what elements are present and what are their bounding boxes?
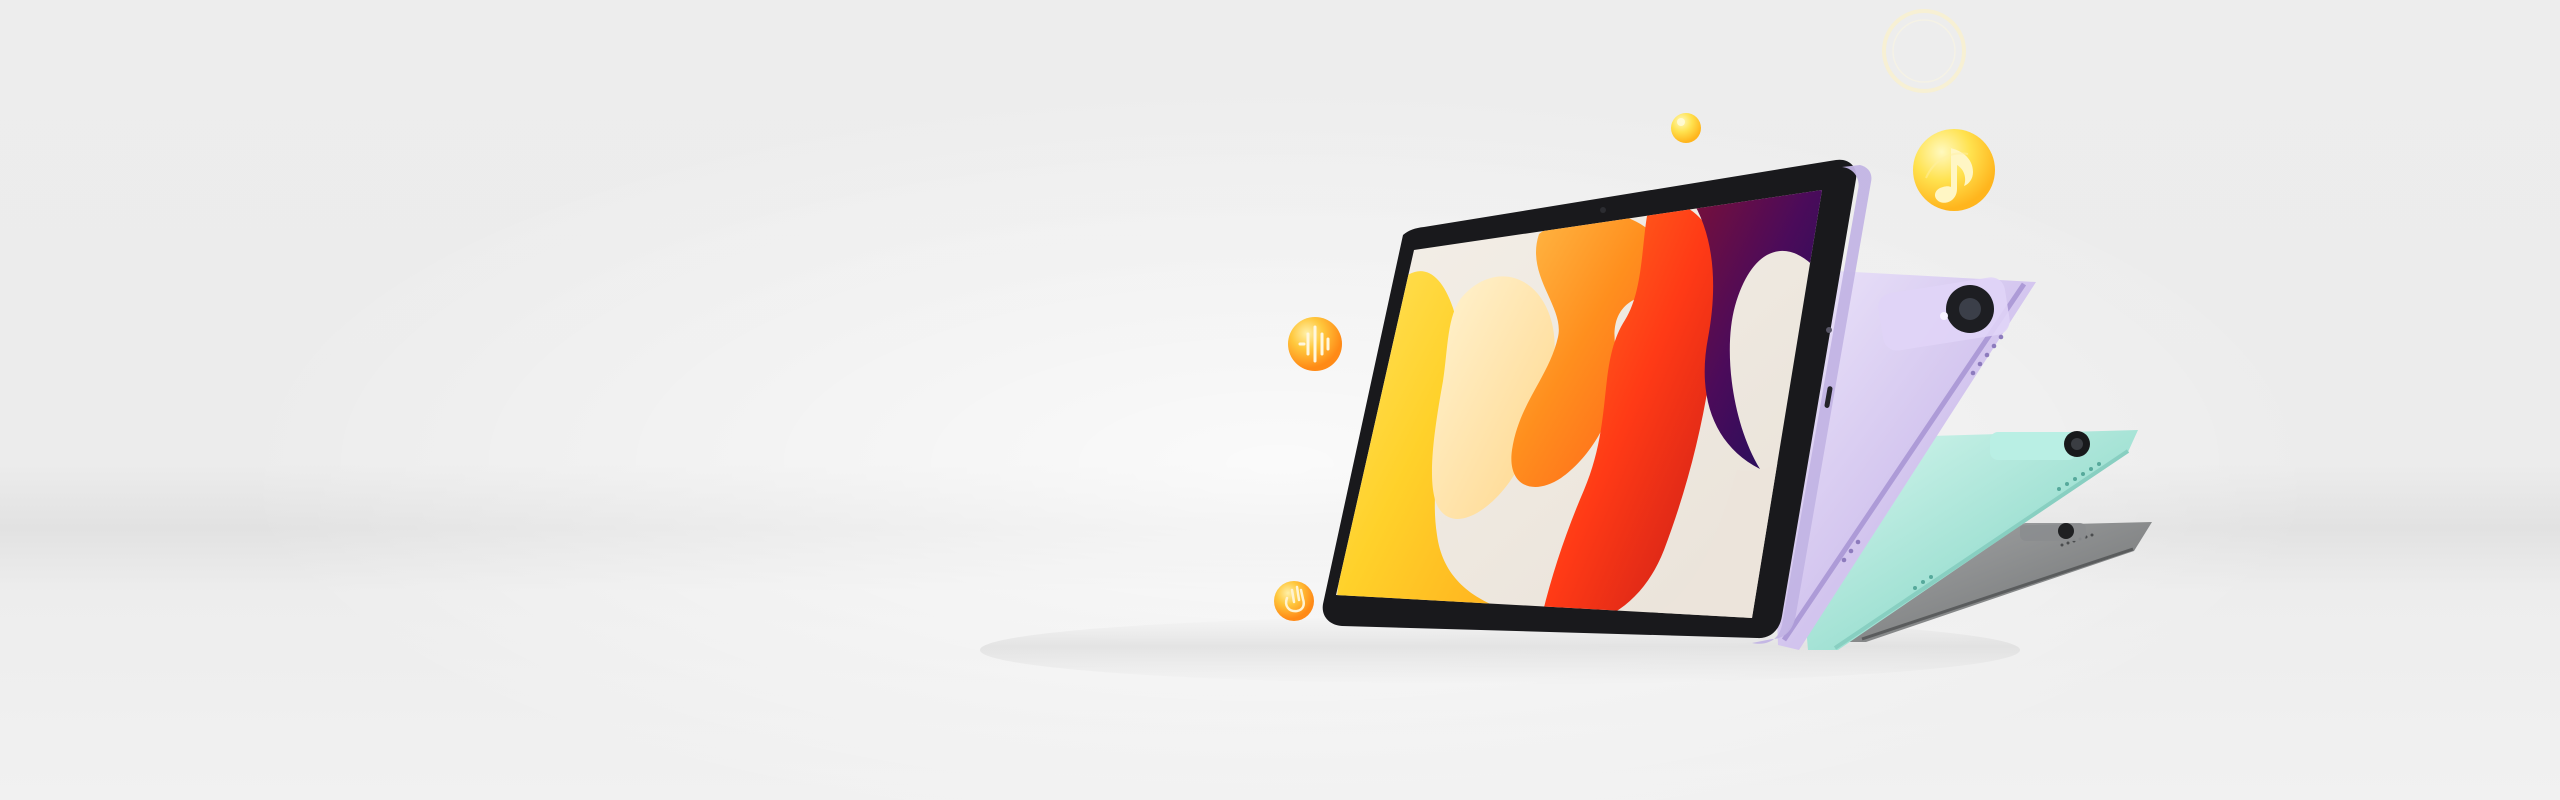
hand-icon: [1274, 581, 1314, 621]
front-tablet: [1322, 159, 1872, 644]
sparkle-icon: [1671, 113, 1701, 143]
front-camera-icon: [1600, 207, 1606, 213]
hero-banner: [0, 0, 2560, 800]
tablet-illustration: [980, 9, 2152, 684]
music-note-icon: [1913, 129, 1995, 211]
ring-icon: [1882, 9, 1966, 93]
sound-wave-icon: [1288, 317, 1342, 371]
